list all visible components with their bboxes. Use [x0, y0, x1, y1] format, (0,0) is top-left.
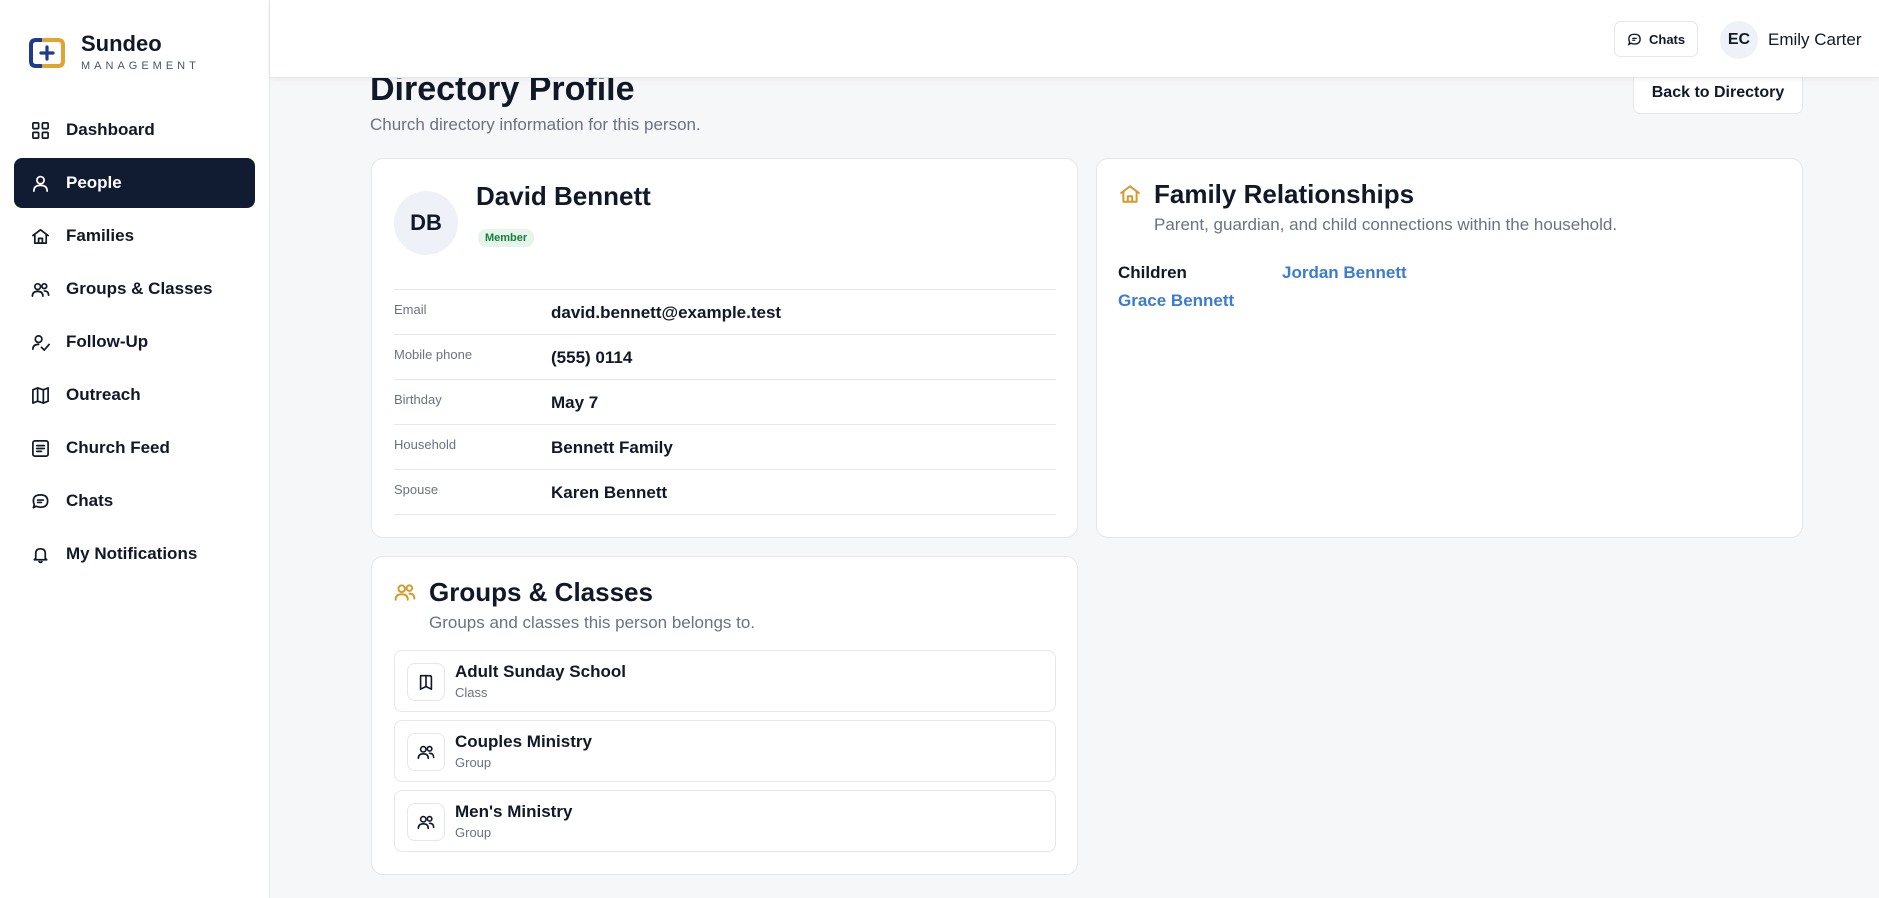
grid-icon	[30, 120, 50, 140]
top-bar: Chats EC Emily Carter	[270, 0, 1879, 78]
chats-button-label: Chats	[1649, 31, 1686, 47]
sidebar-item-label: Chats	[66, 491, 114, 510]
chat-icon	[30, 491, 50, 511]
sidebar-item-label: People	[66, 173, 122, 192]
users-icon	[407, 803, 445, 841]
person-name: David Bennett	[476, 181, 651, 211]
profile-card: DB David Bennett Member Email david.benn…	[371, 158, 1078, 538]
field-birthday: Birthday May 7	[394, 380, 1056, 425]
field-label: Mobile phone	[394, 347, 473, 362]
sidebar-item-label: Church Feed	[66, 438, 170, 457]
sidebar-item-people[interactable]: People	[14, 158, 255, 208]
sidebar-nav: Dashboard People Families Groups & Class…	[14, 105, 255, 582]
sidebar-item-label: My Notifications	[66, 544, 198, 563]
status-badge: Member	[478, 229, 535, 247]
child-link[interactable]: Jordan Bennett	[1282, 263, 1407, 283]
field-value: May 7	[551, 393, 599, 412]
group-type: Class	[455, 685, 488, 700]
map-icon	[30, 385, 50, 405]
sidebar-item-label: Families	[66, 226, 135, 245]
list-item[interactable]: Couples Ministry Group	[394, 720, 1056, 782]
field-email: Email david.bennett@example.test	[394, 290, 1056, 335]
children-label: Children	[1118, 263, 1187, 282]
sidebar-item-label: Follow-Up	[66, 332, 149, 351]
sidebar-item-label: Outreach	[66, 385, 141, 404]
sidebar-item-label: Dashboard	[66, 120, 155, 139]
bell-icon	[30, 544, 50, 564]
sidebar: Sundeo MANAGEMENT Dashboard People Famil…	[0, 0, 270, 898]
family-relationships-card: Family Relationships Parent, guardian, a…	[1096, 158, 1803, 538]
profile-fields: Email david.bennett@example.test Mobile …	[394, 289, 1056, 515]
group-name: Adult Sunday School	[455, 662, 626, 681]
users-icon	[394, 581, 416, 603]
sidebar-item-dashboard[interactable]: Dashboard	[14, 105, 255, 155]
field-label: Email	[394, 302, 427, 317]
back-to-directory-button[interactable]: Back to Directory	[1633, 72, 1803, 114]
user-icon	[30, 173, 50, 193]
field-mobile-phone: Mobile phone (555) 0114	[394, 335, 1056, 380]
sidebar-item-my-notifications[interactable]: My Notifications	[14, 529, 255, 579]
sidebar-item-label: Groups & Classes	[66, 279, 213, 298]
sidebar-item-chats[interactable]: Chats	[14, 476, 255, 526]
list-item[interactable]: Adult Sunday School Class	[394, 650, 1056, 712]
book-icon	[407, 663, 445, 701]
child-link[interactable]: Grace Bennett	[1118, 291, 1234, 311]
field-label: Household	[394, 437, 457, 452]
user-name: Emily Carter	[1768, 30, 1862, 49]
group-type: Group	[455, 825, 492, 840]
page-subtitle: Church directory information for this pe…	[370, 115, 701, 134]
chats-button[interactable]: Chats	[1614, 21, 1699, 57]
house-icon	[1119, 183, 1141, 205]
users-icon	[30, 279, 50, 299]
avatar: DB	[394, 191, 458, 255]
sidebar-item-church-feed[interactable]: Church Feed	[14, 423, 255, 473]
chat-icon	[1627, 33, 1641, 46]
field-value: (555) 0114	[551, 348, 633, 367]
users-icon	[407, 733, 445, 771]
sidebar-item-groups-classes[interactable]: Groups & Classes	[14, 264, 255, 314]
brand[interactable]: Sundeo MANAGEMENT	[27, 32, 200, 72]
sidebar-item-families[interactable]: Families	[14, 211, 255, 261]
section-title: Family Relationships	[1154, 179, 1415, 209]
field-label: Spouse	[394, 482, 439, 497]
sidebar-item-outreach[interactable]: Outreach	[14, 370, 255, 420]
house-icon	[30, 226, 50, 246]
group-name: Men's Ministry	[455, 802, 573, 821]
field-value: Bennett Family	[551, 438, 673, 457]
group-name: Couples Ministry	[455, 732, 592, 751]
logo-icon	[27, 34, 67, 70]
list-item[interactable]: Men's Ministry Group	[394, 790, 1056, 852]
section-subtitle: Parent, guardian, and child connections …	[1154, 215, 1618, 234]
avatar: EC	[1720, 21, 1758, 59]
field-label: Birthday	[394, 392, 442, 407]
user-follow-icon	[30, 332, 50, 352]
feed-icon	[30, 438, 50, 458]
section-title: Groups & Classes	[429, 577, 653, 607]
brand-subtitle: MANAGEMENT	[81, 60, 200, 72]
sidebar-item-follow-up[interactable]: Follow-Up	[14, 317, 255, 367]
brand-name: Sundeo	[81, 31, 162, 56]
field-value: Karen Bennett	[551, 483, 668, 502]
group-type: Group	[455, 755, 492, 770]
field-spouse: Spouse Karen Bennett	[394, 470, 1056, 515]
field-household: Household Bennett Family	[394, 425, 1056, 470]
user-menu[interactable]: EC Emily Carter	[1720, 21, 1862, 59]
field-value: david.bennett@example.test	[551, 303, 782, 322]
section-subtitle: Groups and classes this person belongs t…	[429, 613, 756, 632]
groups-classes-card: Groups & Classes Groups and classes this…	[371, 556, 1078, 875]
